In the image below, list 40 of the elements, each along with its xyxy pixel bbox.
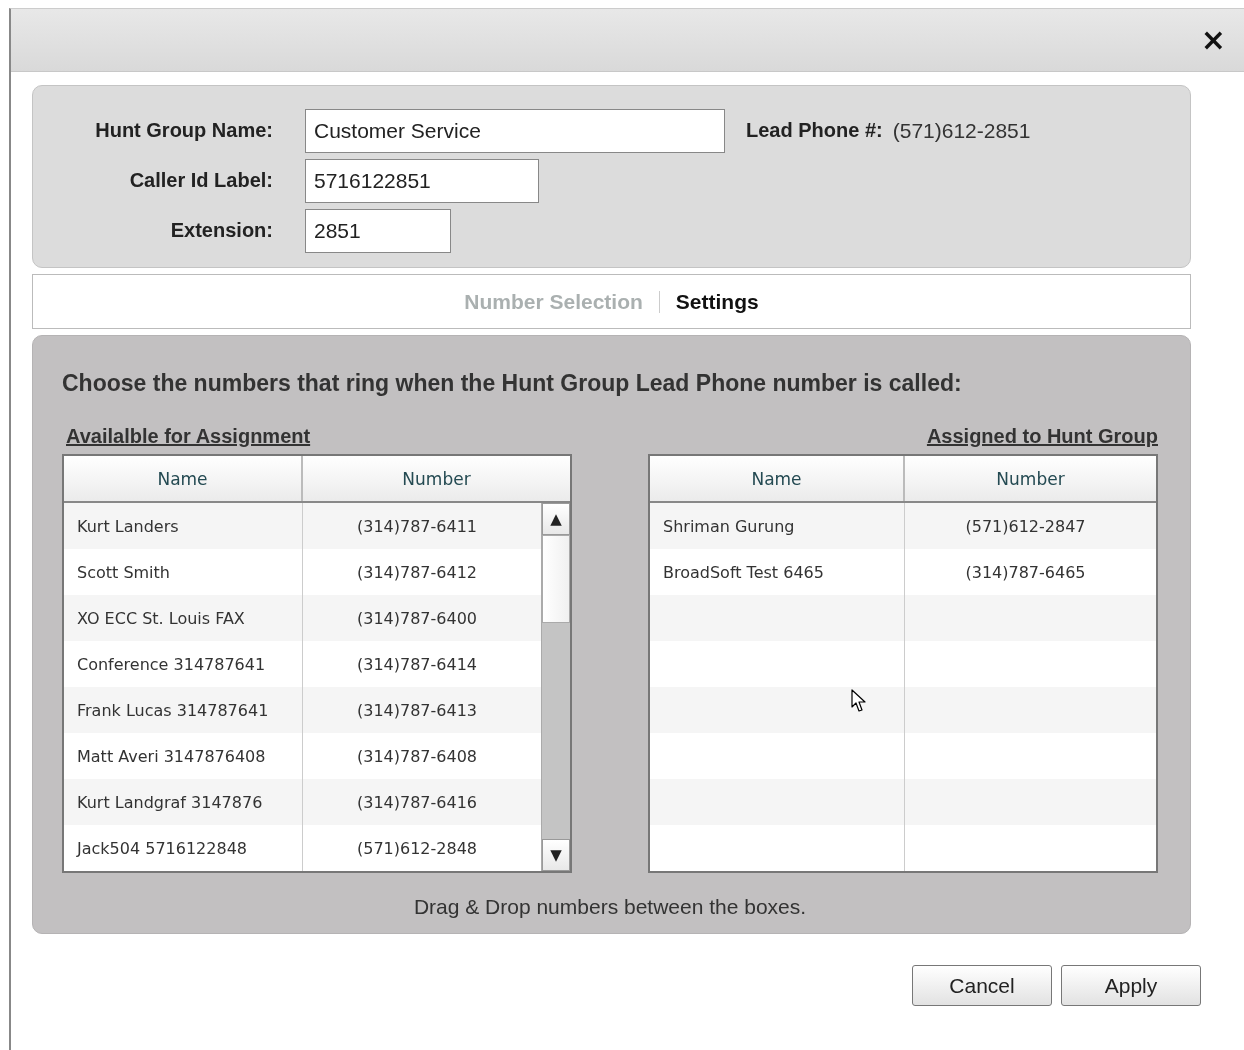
input-field[interactable]: 2851 [305,208,451,253]
close-button[interactable]: × [1196,25,1230,55]
dialog-button[interactable]: Apply [1061,965,1201,1006]
instructions-text: Choose the numbers that ring when the Hunt Group Lead Phone number is called: [62,370,963,397]
list-title: Assigned to Hunt Group [925,425,1158,448]
input-field[interactable]: Customer Service [305,108,725,153]
table-row[interactable]: Kurt Landgraf 3147876 (314)787-6416 [64,779,541,825]
column-header[interactable]: Name [64,456,303,501]
field-label: Caller Id Label: [128,169,274,192]
column-header[interactable]: Name [650,456,905,501]
scroll-up-button[interactable]: ▲ [542,503,570,535]
field-label: Hunt Group Name: [94,119,274,142]
table-row[interactable]: Kurt Landers (314)787-6411 [64,503,541,549]
number-cell-text: (314)787-6416 [355,791,479,814]
number-cell-text: (314)787-6411 [355,515,479,538]
number-cell-text: (314)787-6412 [355,561,479,584]
number-cell-text: (314)787-6465 [964,561,1087,584]
table-row[interactable]: Shriman Gurung (571)612-2847 [650,503,1156,549]
table-row[interactable]: XO ECC St. Louis FAX (314)787-6400 [64,595,541,641]
lead-phone-label: Lead Phone #: [746,119,883,142]
column-header[interactable]: Number [905,456,1156,501]
table-row[interactable]: Frank Lucas 314787641 (314)787-6413 [64,687,541,733]
scroll-thumb[interactable] [542,535,570,623]
lead-phone-value: (571)612-2851 [892,118,1031,143]
number-cell-text: (571)612-2847 [964,515,1087,538]
number-cell-text: (571)612-2848 [355,837,479,860]
tab[interactable]: Settings [659,289,775,314]
number-cell-text: (314)787-6414 [355,653,479,676]
input-field[interactable]: 5716122851 [305,158,539,203]
hint-text: Drag & Drop numbers between the boxes. [412,895,808,919]
field-label: Extension: [169,219,274,242]
list-title: Availalble for Assignment [65,425,311,448]
number-cell-text: (314)787-6413 [355,699,479,722]
dialog-button[interactable]: Cancel [912,965,1052,1006]
number-cell-text: (314)787-6408 [355,745,479,768]
column-header[interactable]: Number [303,456,570,501]
scrollbar[interactable]: ▲ ▼ [541,503,570,871]
name-cell: Jack504 5716122848 [64,825,303,871]
number-cell-text: (314)787-6400 [355,607,479,630]
scroll-down-button[interactable]: ▼ [542,839,570,871]
